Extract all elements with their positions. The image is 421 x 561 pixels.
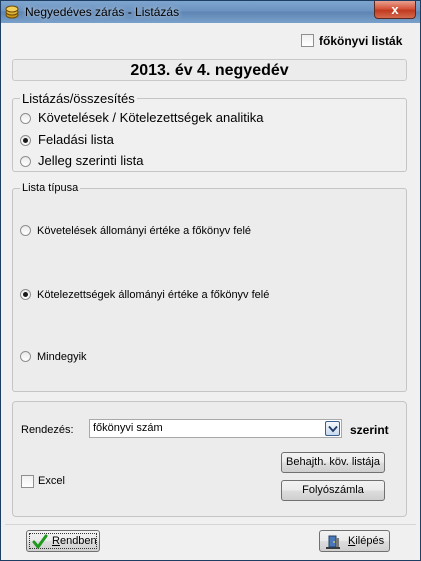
sort-export-panel: Rendezés: főkönyvi szám szerint Behajth.… bbox=[12, 401, 407, 517]
coins-icon bbox=[5, 5, 19, 19]
option-kovetelesek-analitika[interactable]: Követelések / Kötelezettségek analitika bbox=[38, 110, 263, 125]
close-button[interactable]: x bbox=[374, 1, 416, 19]
rendezes-value: főkönyvi szám bbox=[93, 422, 163, 434]
behajth-kov-listaja-button[interactable]: Behajth. köv. listája bbox=[281, 452, 385, 473]
listazas-group: Listázás/összesítés Követelések / Kötele… bbox=[12, 91, 407, 172]
title-bar[interactable]: Negyedéves zárás - Listázás x bbox=[1, 1, 420, 23]
option-kotelezettsegek-allomanyi[interactable]: Kötelezettségek állományi értéke a főkön… bbox=[37, 289, 269, 301]
rendezes-select[interactable]: főkönyvi szám bbox=[89, 419, 342, 438]
option-mindegyik[interactable]: Mindegyik bbox=[37, 351, 87, 363]
dialog-body: főkönyvi listák 2013. év 4. negyedév Lis… bbox=[5, 27, 416, 556]
radio-kovetelesek-analitika[interactable] bbox=[20, 113, 31, 124]
excel-label: Excel bbox=[38, 475, 65, 487]
kilepes-label: Kilépés bbox=[348, 535, 385, 547]
listazas-legend: Listázás/összesítés bbox=[20, 91, 137, 106]
close-icon: x bbox=[391, 2, 399, 17]
option-jelleg-szerinti[interactable]: Jelleg szerinti lista bbox=[38, 153, 144, 168]
radio-kotelezettsegek-allomanyi[interactable] bbox=[20, 289, 31, 300]
kilepes-button[interactable]: Kilépés bbox=[319, 530, 390, 552]
checkmark-icon bbox=[32, 534, 48, 549]
window: Negyedéves zárás - Listázás x főkönyvi l… bbox=[0, 0, 421, 561]
excel-check[interactable] bbox=[21, 475, 34, 488]
radio-feladasi-lista[interactable] bbox=[20, 135, 31, 146]
window-title: Negyedéves zárás - Listázás bbox=[25, 5, 180, 19]
szerint-label: szerint bbox=[350, 423, 389, 437]
chevron-down-icon[interactable] bbox=[325, 421, 340, 436]
exit-door-icon bbox=[326, 535, 340, 549]
lista-tipusa-group: Lista típusa Követelések állományi érték… bbox=[12, 182, 407, 392]
fokonyvi-listak-label: főkönyvi listák bbox=[319, 34, 403, 48]
radio-mindegyik[interactable] bbox=[20, 351, 31, 362]
folyoszamla-button[interactable]: Folyószámla bbox=[281, 480, 385, 501]
option-feladasi-lista[interactable]: Feladási lista bbox=[38, 132, 114, 147]
rendben-label: Rendben bbox=[52, 535, 97, 547]
radio-kovetelesek-allomanyi[interactable] bbox=[20, 225, 31, 236]
period-title: 2013. év 4. negyedév bbox=[12, 59, 407, 81]
radio-jelleg-szerinti[interactable] bbox=[20, 156, 31, 167]
fokonyvi-listak-check[interactable] bbox=[301, 34, 314, 47]
rendezes-label: Rendezés: bbox=[21, 424, 74, 436]
rendben-button[interactable]: Rendben bbox=[26, 530, 100, 552]
option-kovetelesek-allomanyi[interactable]: Követelések állományi értéke a főkönyv f… bbox=[37, 225, 251, 237]
lista-tipusa-legend: Lista típusa bbox=[20, 182, 81, 194]
divider bbox=[5, 524, 416, 525]
